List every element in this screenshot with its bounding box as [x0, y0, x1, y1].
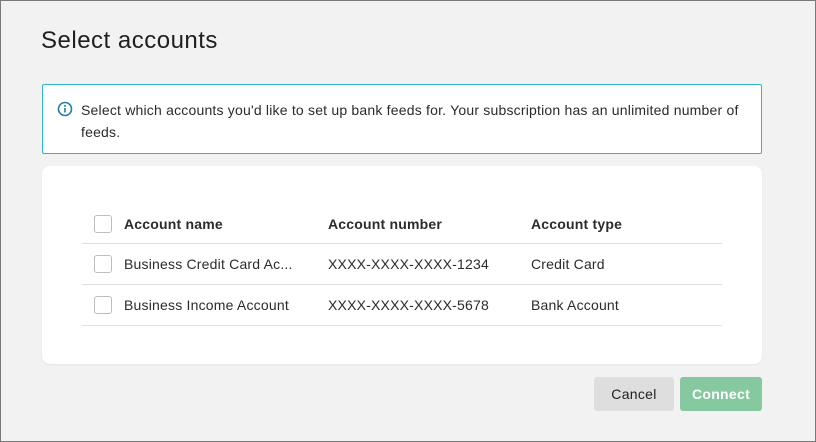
cancel-button[interactable]: Cancel	[594, 377, 674, 411]
row-checkbox[interactable]	[94, 296, 112, 314]
table-header-row: Account name Account number Account type	[82, 204, 722, 244]
account-number: XXXX-XXXX-XXXX-5678	[328, 297, 489, 313]
account-type: Credit Card	[531, 256, 605, 272]
info-text: Select which accounts you'd like to set …	[81, 102, 739, 140]
account-name: Business Income Account	[124, 297, 289, 313]
header-account-number: Account number	[328, 215, 443, 232]
header-account-type: Account type	[531, 215, 623, 232]
dialog-title: Select accounts	[41, 27, 218, 54]
select-accounts-dialog: Select accounts Select which accounts yo…	[0, 0, 816, 442]
table-row[interactable]: Business Credit Card Ac... XXXX-XXXX-XXX…	[82, 244, 722, 285]
connect-button[interactable]: Connect	[680, 377, 762, 411]
header-account-name: Account name	[124, 215, 223, 232]
select-all-checkbox[interactable]	[94, 214, 112, 233]
account-number: XXXX-XXXX-XXXX-1234	[328, 256, 489, 272]
account-name: Business Credit Card Ac...	[124, 256, 293, 272]
info-icon	[57, 101, 73, 117]
table-row[interactable]: Business Income Account XXXX-XXXX-XXXX-5…	[82, 285, 722, 326]
accounts-table: Account name Account number Account type…	[82, 204, 722, 326]
row-checkbox[interactable]	[94, 255, 112, 273]
account-type: Bank Account	[531, 297, 620, 313]
accounts-table-card: Account name Account number Account type…	[42, 166, 762, 364]
info-banner: Select which accounts you'd like to set …	[42, 84, 762, 154]
